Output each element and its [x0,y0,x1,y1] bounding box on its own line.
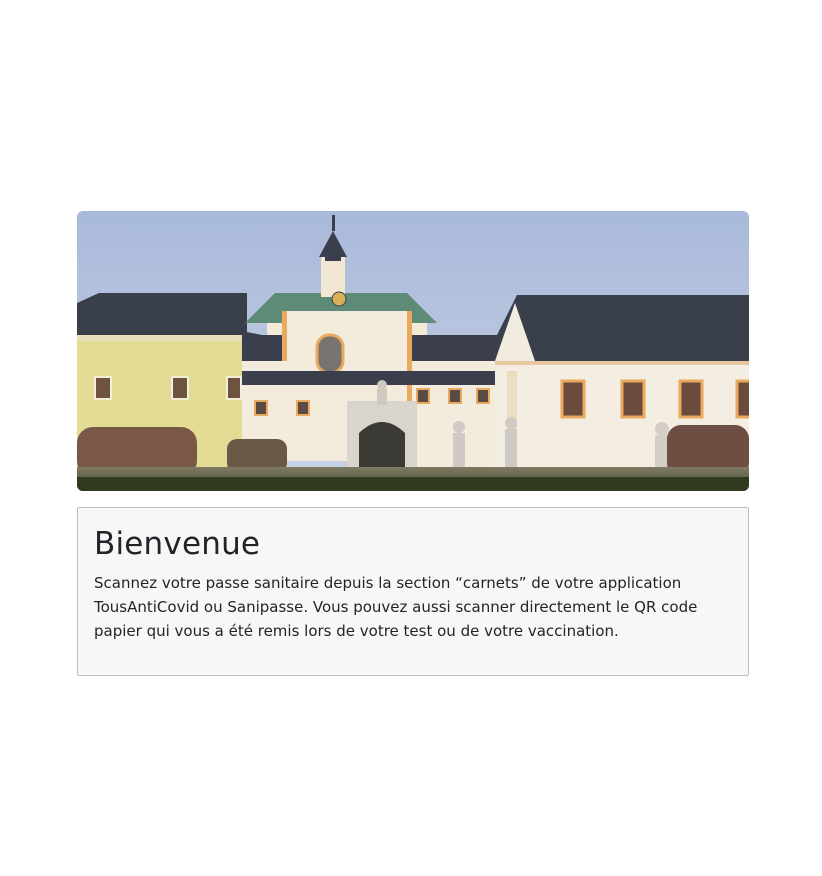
welcome-text: Scannez votre passe sanitaire depuis la … [94,574,698,640]
hero-image [77,211,749,491]
welcome-card: Bienvenue Scannez votre passe sanitaire … [77,507,749,676]
page: Bienvenue Scannez votre passe sanitaire … [0,0,822,876]
welcome-title: Bienvenue [94,526,261,562]
